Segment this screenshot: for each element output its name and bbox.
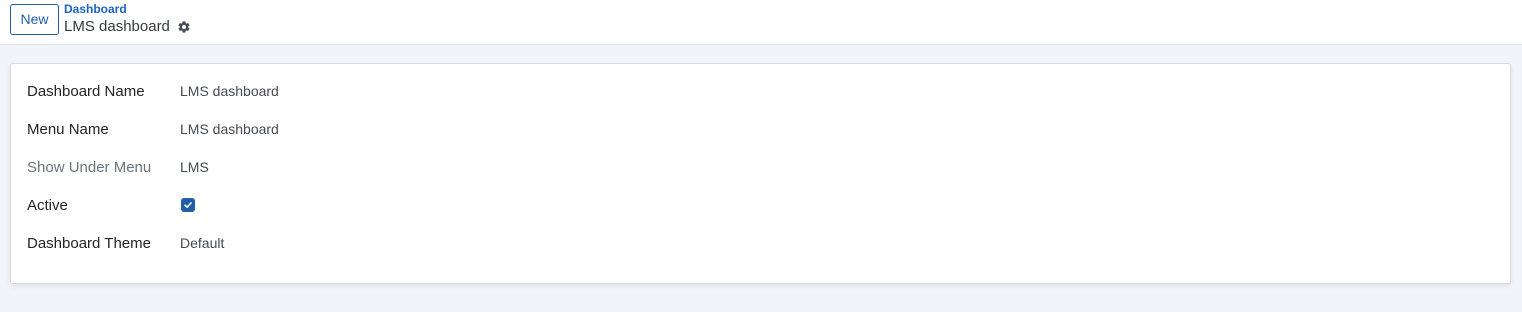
dashboard-theme-value[interactable]: Default — [180, 235, 224, 251]
active-label: Active — [27, 196, 68, 214]
menu-name-label: Menu Name — [27, 120, 109, 138]
new-button[interactable]: New — [10, 4, 59, 35]
control-panel: New Dashboard LMS dashboard — [0, 0, 1522, 45]
menu-name-value[interactable]: LMS dashboard — [180, 121, 279, 137]
active-checkbox[interactable] — [181, 198, 195, 212]
show-under-menu-value[interactable]: LMS — [180, 159, 209, 175]
breadcrumb-dashboard[interactable]: Dashboard — [64, 3, 127, 16]
dashboard-theme-label: Dashboard Theme — [27, 234, 151, 252]
gear-icon[interactable] — [177, 20, 191, 34]
field-menu-name: Menu Name LMS dashboard — [27, 117, 279, 141]
field-dashboard-name: Dashboard Name LMS dashboard — [27, 79, 279, 103]
show-under-menu-label: Show Under Menu — [27, 158, 152, 176]
check-icon — [184, 202, 192, 208]
record-title: LMS dashboard — [64, 18, 170, 35]
form-sheet: Dashboard Name LMS dashboard Menu Name L… — [10, 63, 1511, 284]
field-active: Active — [27, 193, 195, 217]
dashboard-name-value[interactable]: LMS dashboard — [180, 83, 279, 99]
field-dashboard-theme: Dashboard Theme Default — [27, 231, 224, 255]
field-show-under-menu: Show Under Menu LMS — [27, 155, 209, 179]
dashboard-name-label: Dashboard Name — [27, 82, 145, 100]
record-title-container: LMS dashboard — [64, 17, 191, 36]
